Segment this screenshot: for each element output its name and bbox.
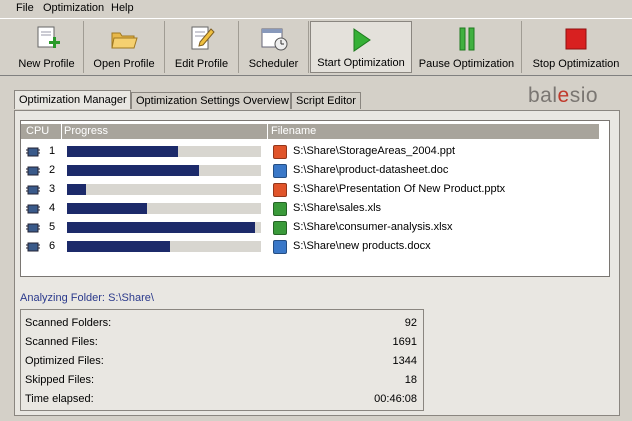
progress-list[interactable]: CPU Progress Filename 1 S:\Share\StorageA… <box>20 120 610 277</box>
toolbar: New Profile Open Profile Edit Profile Sc… <box>0 18 632 76</box>
scheduler-label: Scheduler <box>248 58 299 70</box>
edit-profile-button[interactable]: Edit Profile <box>165 21 239 73</box>
header-divider <box>61 124 62 139</box>
stat-row: Scanned Folders: 92 <box>21 314 425 333</box>
stat-label: Time elapsed: <box>25 393 94 405</box>
powerpoint-file-icon <box>273 183 287 197</box>
progress-bar <box>67 203 261 214</box>
menu-bar: File Optimization Help <box>0 0 632 18</box>
cpu-icon <box>26 242 40 252</box>
progress-bar <box>67 241 261 252</box>
cpu-icon <box>26 147 40 157</box>
list-header: CPU Progress Filename <box>21 124 599 139</box>
analyzing-folder-path: S:\Share\ <box>108 292 154 304</box>
new-profile-icon <box>37 26 60 48</box>
stat-row: Skipped Files: 18 <box>21 371 425 390</box>
pause-optimization-button[interactable]: Pause Optimization <box>412 21 522 73</box>
stop-icon <box>565 28 587 50</box>
excel-file-icon <box>273 221 287 235</box>
play-icon <box>353 28 371 52</box>
new-profile-button[interactable]: New Profile <box>10 21 84 73</box>
analyzing-folder-label: Analyzing Folder: <box>20 292 105 304</box>
pause-icon <box>459 27 474 51</box>
table-row[interactable]: 3 S:\Share\Presentation Of New Product.pp… <box>21 181 609 200</box>
cpu-icon <box>26 166 40 176</box>
file-name: S:\Share\consumer-analysis.xlsx <box>293 221 453 233</box>
header-progress[interactable]: Progress <box>64 125 108 137</box>
file-name: S:\Share\product-datasheet.doc <box>293 164 449 176</box>
progress-bar-fill <box>67 203 147 214</box>
stat-label: Scanned Folders: <box>25 317 112 329</box>
statistics-box: Scanned Folders: 92 Scanned Files: 1691 … <box>20 309 424 411</box>
open-profile-label: Open Profile <box>93 58 155 70</box>
cpu-number: 1 <box>49 145 56 157</box>
cpu-icon <box>26 223 40 233</box>
edit-document-icon <box>191 26 215 50</box>
stat-label: Scanned Files: <box>25 336 98 348</box>
cpu-number: 2 <box>49 164 56 176</box>
file-name: S:\Share\StorageAreas_2004.ppt <box>293 145 456 157</box>
word-file-icon <box>273 240 287 254</box>
edit-profile-label: Edit Profile <box>174 58 229 70</box>
menu-file[interactable]: File <box>16 2 34 14</box>
start-optimization-label: Start Optimization <box>317 57 405 69</box>
progress-bar <box>67 184 261 195</box>
stop-optimization-button[interactable]: Stop Optimization <box>522 21 630 73</box>
progress-bar <box>67 146 261 157</box>
progress-bar-fill <box>67 222 255 233</box>
folder-open-icon <box>111 32 138 49</box>
progress-bar-fill <box>67 241 170 252</box>
progress-bar <box>67 222 261 233</box>
menu-optimization[interactable]: Optimization <box>43 2 104 14</box>
balesio-logo: balesio <box>528 84 599 107</box>
new-profile-label: New Profile <box>18 58 75 70</box>
menu-help[interactable]: Help <box>111 2 134 14</box>
stat-value: 1344 <box>392 355 417 367</box>
progress-bar-fill <box>67 165 199 176</box>
file-name: S:\Share\sales.xls <box>293 202 382 214</box>
word-file-icon <box>273 164 287 178</box>
stat-row: Time elapsed: 00:46:08 <box>21 390 425 409</box>
stat-label: Skipped Files: <box>25 374 95 386</box>
file-name: S:\Share\new products.docx <box>293 240 431 252</box>
table-row[interactable]: 1 S:\Share\StorageAreas_2004.ppt <box>21 143 609 162</box>
tab-script-editor[interactable]: Script Editor <box>291 92 361 109</box>
open-profile-button[interactable]: Open Profile <box>84 21 165 73</box>
cpu-icon <box>26 204 40 214</box>
stat-label: Optimized Files: <box>25 355 104 367</box>
progress-bar-fill <box>67 146 178 157</box>
stat-value: 00:46:08 <box>374 393 417 405</box>
stat-row: Scanned Files: 1691 <box>21 333 425 352</box>
cpu-number: 5 <box>49 221 56 233</box>
table-row[interactable]: 5 S:\Share\consumer-analysis.xlsx <box>21 219 609 238</box>
cpu-number: 4 <box>49 202 56 214</box>
table-row[interactable]: 2 S:\Share\product-datasheet.doc <box>21 162 609 181</box>
scheduler-button[interactable]: Scheduler <box>239 21 309 73</box>
stat-row: Optimized Files: 1344 <box>21 352 425 371</box>
start-optimization-button[interactable]: Start Optimization <box>310 21 412 73</box>
analyzing-folder: Analyzing Folder: S:\Share\ <box>20 292 154 304</box>
header-divider <box>267 124 268 139</box>
stop-optimization-label: Stop Optimization <box>532 58 620 70</box>
header-filename[interactable]: Filename <box>271 125 316 137</box>
powerpoint-file-icon <box>273 145 287 159</box>
header-cpu[interactable]: CPU <box>26 125 49 137</box>
cpu-number: 3 <box>49 183 56 195</box>
tab-optimization-manager[interactable]: Optimization Manager <box>14 90 131 109</box>
tab-optimization-settings-overview[interactable]: Optimization Settings Overview <box>131 92 291 109</box>
cpu-number: 6 <box>49 240 56 252</box>
stat-value: 1691 <box>392 336 417 348</box>
table-row[interactable]: 4 S:\Share\sales.xls <box>21 200 609 219</box>
stat-value: 18 <box>404 374 417 386</box>
progress-bar-fill <box>67 184 86 195</box>
excel-file-icon <box>273 202 287 216</box>
file-name: S:\Share\Presentation Of New Product.ppt… <box>293 183 506 195</box>
table-row[interactable]: 6 S:\Share\new products.docx <box>21 238 609 257</box>
stat-value: 92 <box>404 317 417 329</box>
calendar-clock-icon <box>261 28 287 51</box>
pause-optimization-label: Pause Optimization <box>418 58 515 70</box>
cpu-icon <box>26 185 40 195</box>
progress-bar <box>67 165 261 176</box>
